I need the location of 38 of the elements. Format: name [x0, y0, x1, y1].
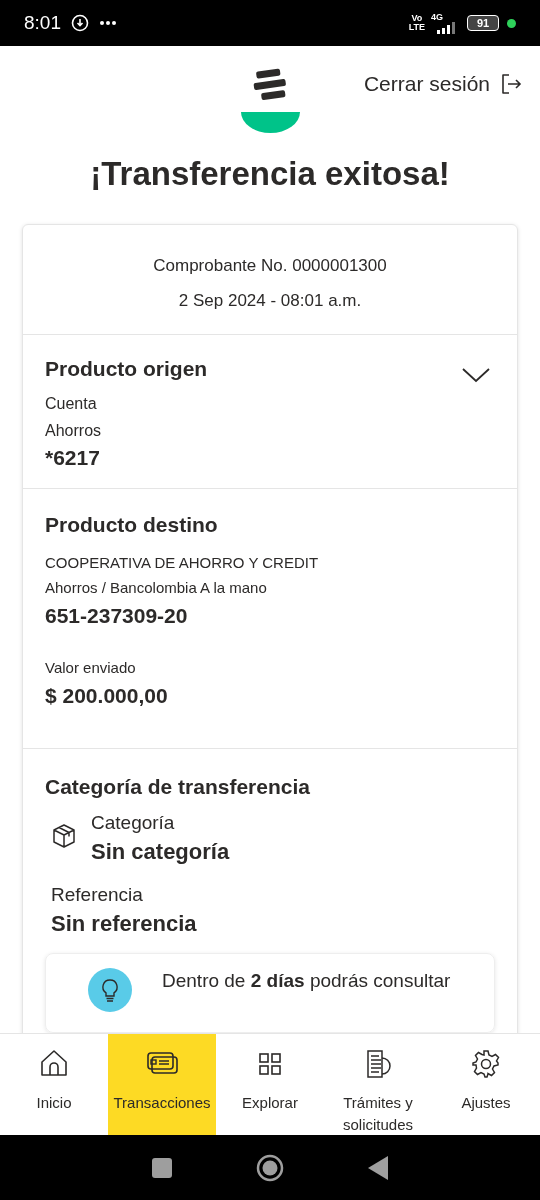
chevron-down-icon[interactable]	[461, 367, 491, 383]
lightbulb-icon	[88, 968, 132, 1012]
box-icon	[51, 823, 77, 849]
destination-detail: Ahorros / Bancolombia A la mano	[45, 578, 268, 598]
logout-button[interactable]: Cerrar sesión	[363, 68, 522, 100]
battery-indicator: 91	[467, 15, 499, 31]
account-number: 651-237309-20	[45, 603, 189, 629]
logout-icon	[500, 72, 522, 95]
receipt-number: Comprobante No. 0000001300	[153, 255, 387, 277]
account-type: Ahorros	[45, 421, 103, 441]
amount-value: $ 200.000,00	[45, 683, 169, 709]
volte-label: Vo	[411, 14, 423, 23]
reference-value: Sin referencia	[51, 910, 198, 938]
notice-text: Dentro de 2 días podrás consultar	[162, 969, 451, 993]
section-title: Producto destino	[45, 512, 219, 538]
success-icon	[241, 112, 300, 133]
section-title: Categoría de transferencia	[45, 774, 311, 800]
reference-label: Referencia	[51, 883, 144, 907]
network-label: 4G	[431, 12, 443, 22]
category-value: Sin categoría	[91, 838, 230, 866]
page-title: ¡Transferencia exitosa!	[89, 154, 451, 194]
category-label: Categoría	[91, 811, 176, 835]
nav-tab[interactable]: Transacciones	[108, 1034, 216, 1136]
more-icon	[99, 20, 117, 26]
download-icon	[71, 14, 89, 32]
volte-label: LTE	[408, 23, 425, 32]
dot-icon	[507, 18, 516, 28]
destination-detail: COOPERATIVA DE AHORRO Y CREDIT	[45, 553, 320, 573]
status-time: 8:01	[24, 10, 61, 35]
account-number: *6217	[45, 445, 101, 471]
section-title: Producto origen	[45, 356, 208, 382]
home-icon[interactable]	[256, 1153, 284, 1182]
settings-icon	[470, 1048, 502, 1080]
receipt-date: 2 Sep 2024 - 08:01 a.m.	[178, 290, 362, 312]
account-type: Cuenta	[45, 394, 98, 414]
amount-label: Valor enviado	[45, 658, 137, 678]
back-icon[interactable]	[368, 1155, 388, 1180]
recents-icon[interactable]	[152, 1157, 172, 1178]
